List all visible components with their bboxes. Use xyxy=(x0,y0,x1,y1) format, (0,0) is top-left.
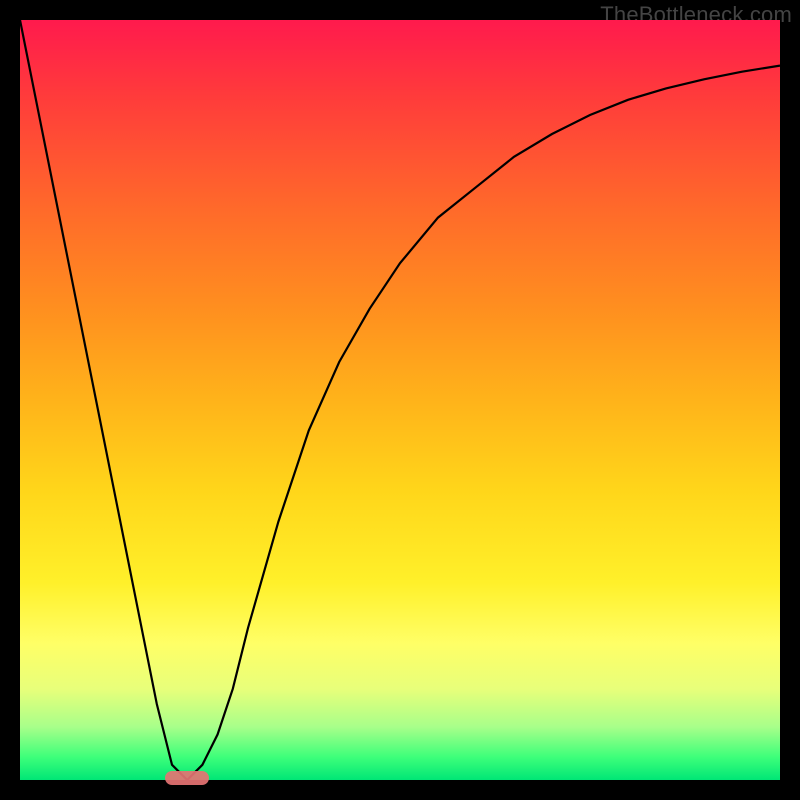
plot-area xyxy=(20,20,780,780)
curve-svg xyxy=(20,20,780,780)
bottleneck-curve xyxy=(20,20,780,780)
chart-frame: TheBottleneck.com xyxy=(0,0,800,800)
bottom-marker xyxy=(165,771,209,785)
